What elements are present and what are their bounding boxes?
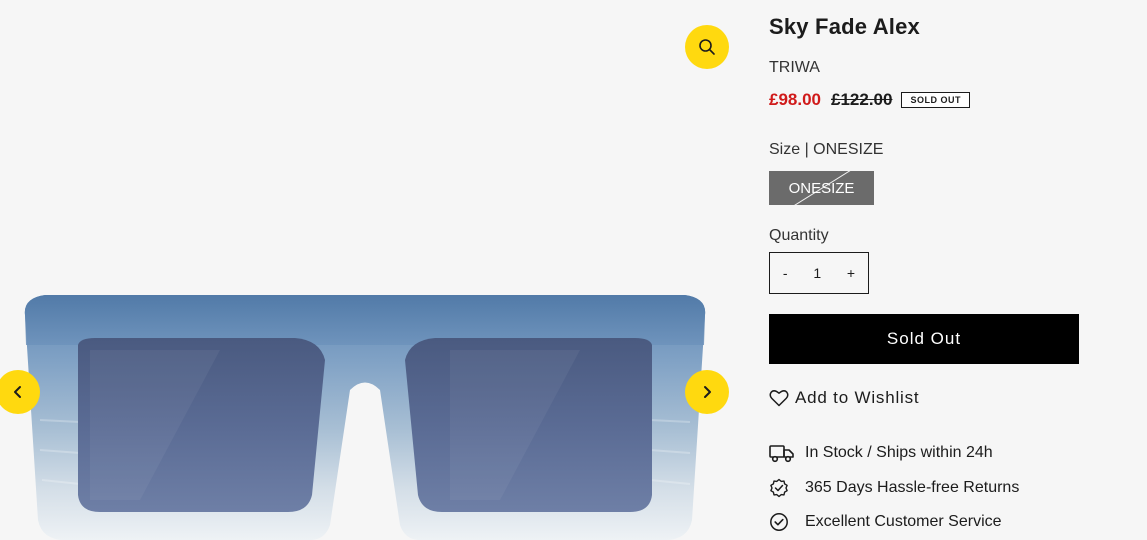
sold-out-button[interactable]: Sold Out bbox=[769, 314, 1079, 364]
heart-icon bbox=[769, 390, 789, 407]
badge-check-icon bbox=[769, 478, 797, 498]
add-to-wishlist-button[interactable]: Add to Wishlist bbox=[769, 388, 919, 408]
feature-text: 365 Days Hassle-free Returns bbox=[805, 479, 1020, 496]
sale-price: £98.00 bbox=[769, 90, 821, 109]
chevron-right-icon bbox=[704, 386, 711, 398]
feature-item: In Stock / Ships within 24h bbox=[769, 443, 993, 463]
quantity-stepper: - 1 + bbox=[769, 252, 869, 294]
product-vendor[interactable]: TRIWA bbox=[769, 59, 820, 77]
feature-text: In Stock / Ships within 24h bbox=[805, 444, 993, 461]
product-title: Sky Fade Alex bbox=[769, 14, 920, 39]
next-image-button[interactable] bbox=[685, 370, 729, 414]
sold-out-badge: SOLD OUT bbox=[901, 92, 970, 108]
check-circle-icon bbox=[769, 512, 797, 532]
search-icon bbox=[699, 39, 715, 55]
chevron-left-icon bbox=[14, 386, 21, 398]
zoom-button[interactable] bbox=[685, 25, 729, 69]
wishlist-label: Add to Wishlist bbox=[795, 388, 920, 407]
compare-price: £122.00 bbox=[831, 90, 893, 109]
product-image bbox=[24, 295, 706, 540]
price-row: £98.00 £122.00 SOLD OUT bbox=[769, 90, 970, 110]
quantity-input[interactable]: 1 bbox=[809, 265, 825, 281]
feature-item: 365 Days Hassle-free Returns bbox=[769, 478, 1019, 498]
feature-text: Excellent Customer Service bbox=[805, 513, 1002, 530]
quantity-label: Quantity bbox=[769, 227, 829, 244]
product-gallery bbox=[0, 0, 745, 540]
truck-icon bbox=[769, 443, 797, 463]
size-label: Size | ONESIZE bbox=[769, 141, 884, 158]
feature-item: Excellent Customer Service bbox=[769, 512, 1002, 532]
quantity-decrease-button[interactable]: - bbox=[779, 265, 792, 281]
size-option-onesize[interactable]: ONESIZE bbox=[769, 171, 874, 205]
quantity-increase-button[interactable]: + bbox=[843, 265, 859, 281]
